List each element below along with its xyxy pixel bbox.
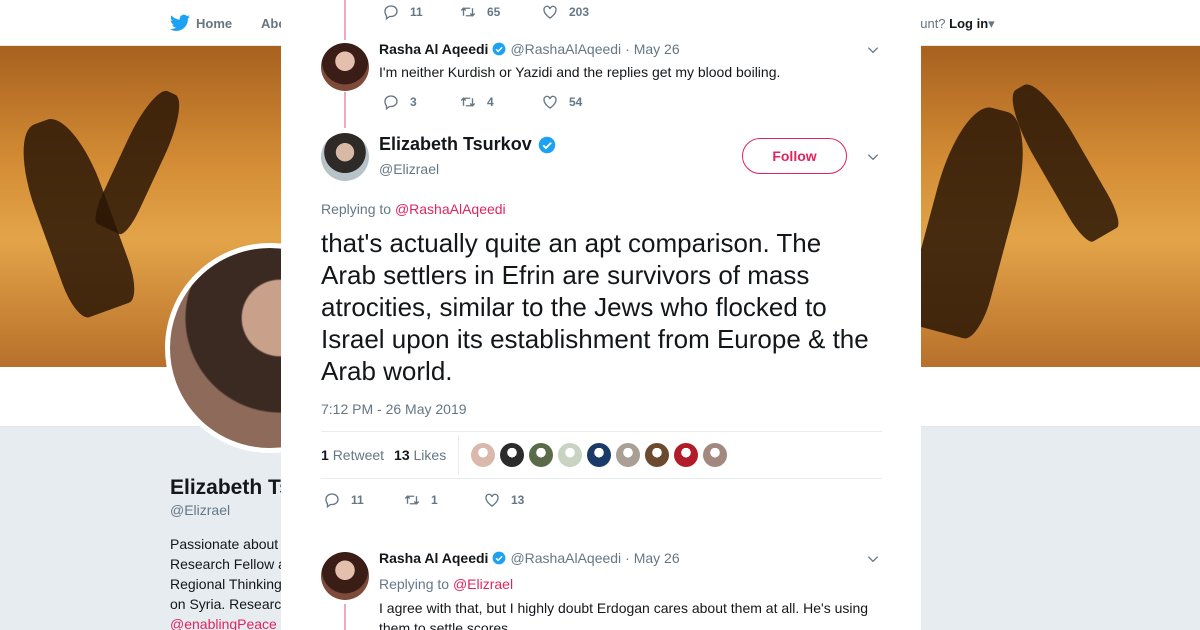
retweet-stat[interactable]: 1 Retweet [321, 447, 384, 463]
liker-avatar[interactable] [558, 443, 583, 467]
like-count: 13 [511, 493, 525, 507]
tweet-header: Rasha Al Aqeedi @RashaAlAqeedi · May 26 [379, 550, 680, 566]
replying-to-link[interactable]: @RashaAlAqeedi [395, 201, 506, 217]
verified-badge-icon [538, 136, 555, 153]
liker-avatar[interactable] [529, 443, 554, 467]
reply-button[interactable]: 3 [382, 93, 459, 111]
replying-prefix: Replying to [379, 576, 450, 592]
retweet-button[interactable]: 1 [403, 491, 483, 509]
chevron-down-icon[interactable] [866, 150, 880, 164]
replying-to: Replying to @Elizrael [379, 576, 513, 592]
like-count: 54 [569, 95, 583, 109]
like-stat[interactable]: 13 Likes [394, 447, 446, 463]
like-stat-count: 13 [394, 447, 410, 463]
tweet-date[interactable]: · May 26 [625, 41, 679, 57]
author-name[interactable]: Rasha Al Aqeedi [379, 41, 488, 57]
main-author-name-text: Elizabeth Tsurkov [379, 134, 532, 154]
avatar[interactable] [321, 43, 369, 91]
retweet-icon [460, 7, 476, 17]
liker-avatar[interactable] [500, 443, 525, 467]
retweet-icon [404, 495, 420, 505]
liker-avatars [471, 443, 728, 467]
main-author-name[interactable]: Elizabeth Tsurkov [379, 134, 556, 155]
avatar[interactable] [321, 552, 369, 600]
thread-line [344, 92, 346, 128]
reply-count: 11 [351, 493, 364, 507]
retweet-stat-label: Retweet [332, 447, 385, 463]
retweet-icon [460, 97, 476, 107]
tweet-text: I'm neither Kurdish or Yazidi and the re… [379, 64, 781, 80]
heart-icon [485, 493, 499, 507]
replying-to-link[interactable]: @Elizrael [453, 576, 513, 592]
like-stat-label: Likes [413, 447, 447, 463]
liker-avatar[interactable] [471, 443, 496, 467]
reply-icon [325, 493, 339, 509]
reply-button[interactable]: 11 [323, 491, 403, 509]
retweet-count: 1 [431, 493, 438, 507]
tweet-text: I agree with that, but I highly doubt Er… [379, 600, 869, 630]
heart-icon [543, 5, 557, 19]
like-count: 203 [569, 5, 590, 19]
retweet-button[interactable]: 4 [459, 93, 541, 111]
thread-line [344, 604, 346, 630]
tweet-actions: 3 4 54 [382, 93, 582, 111]
like-button[interactable]: 54 [541, 93, 582, 111]
retweet-button[interactable]: 65 [459, 3, 541, 21]
verified-badge-icon [493, 42, 506, 56]
retweet-count: 65 [487, 5, 501, 19]
tweet-actions: 11 65 203 [382, 3, 589, 21]
retweet-stat-count: 1 [321, 447, 329, 463]
tweet-stats: 1 Retweet 13 Likes [321, 431, 882, 479]
reply-count: 3 [410, 95, 417, 109]
retweet-count: 4 [487, 95, 494, 109]
liker-avatar[interactable] [674, 443, 699, 467]
reply-icon [384, 95, 398, 111]
reply-button[interactable]: 11 [382, 3, 459, 21]
verified-badge-icon [493, 551, 506, 565]
close-icon[interactable]: ✕ [1152, 9, 1182, 40]
author-handle[interactable]: @RashaAlAqeedi [510, 41, 621, 57]
tweet-header: Rasha Al Aqeedi @RashaAlAqeedi · May 26 [379, 41, 680, 57]
author-handle[interactable]: @RashaAlAqeedi [510, 550, 621, 566]
chevron-down-icon[interactable] [866, 552, 880, 566]
chevron-down-icon[interactable] [866, 43, 880, 57]
liker-avatar[interactable] [703, 443, 728, 467]
tweet-date[interactable]: · May 26 [625, 550, 679, 566]
tweet-modal: 11 65 203 Rasha Al Aqeedi @RashaAlAqeedi… [281, 0, 921, 630]
main-tweet-text: that's actually quite an apt comparison.… [321, 228, 869, 386]
follow-button[interactable]: Follow [742, 138, 847, 174]
liker-avatar[interactable] [645, 443, 670, 467]
main-author-handle[interactable]: @Elizrael [379, 161, 439, 177]
thread-line [344, 0, 346, 40]
stats-divider [458, 435, 460, 475]
tweet-actions: 11 1 13 [323, 491, 524, 509]
liker-avatar[interactable] [587, 443, 612, 467]
liker-avatar[interactable] [616, 443, 641, 467]
avatar[interactable] [321, 133, 369, 181]
reply-count: 11 [410, 5, 423, 19]
replying-prefix: Replying to [321, 201, 392, 217]
heart-icon [543, 95, 557, 109]
author-name[interactable]: Rasha Al Aqeedi [379, 550, 488, 566]
like-button[interactable]: 13 [483, 491, 524, 509]
replying-to: Replying to @RashaAlAqeedi [321, 201, 506, 217]
tweet-timestamp[interactable]: 7:12 PM - 26 May 2019 [321, 401, 467, 417]
like-button[interactable]: 203 [541, 3, 589, 21]
reply-icon [384, 5, 398, 21]
